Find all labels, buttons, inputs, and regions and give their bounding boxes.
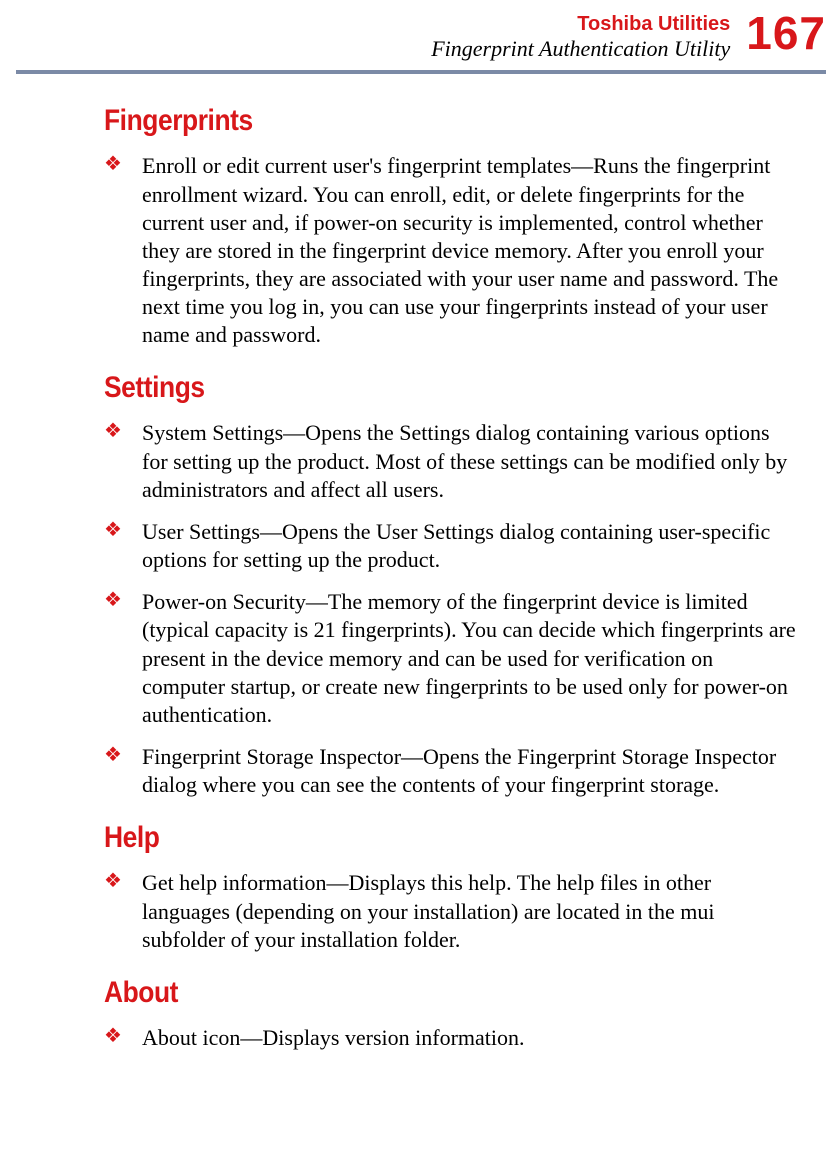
list-item-text: About icon—Displays version information. <box>142 1024 525 1052</box>
help-list: ❖ Get help information—Displays this hel… <box>104 869 798 953</box>
page-number: 167 <box>746 10 826 56</box>
about-list: ❖ About icon—Displays version informatio… <box>104 1024 798 1052</box>
list-item-text: System Settings—Opens the Settings dialo… <box>142 419 798 503</box>
diamond-bullet-icon: ❖ <box>104 743 124 767</box>
list-item: ❖ Enroll or edit current user's fingerpr… <box>104 152 798 349</box>
diamond-bullet-icon: ❖ <box>104 869 124 893</box>
section-heading-settings: Settings <box>104 371 715 405</box>
list-item-text: Power-on Security—The memory of the fing… <box>142 588 798 729</box>
diamond-bullet-icon: ❖ <box>104 419 124 443</box>
diamond-bullet-icon: ❖ <box>104 588 124 612</box>
diamond-bullet-icon: ❖ <box>104 1024 124 1048</box>
diamond-bullet-icon: ❖ <box>104 152 124 176</box>
diamond-bullet-icon: ❖ <box>104 518 124 542</box>
list-item-text: Fingerprint Storage Inspector—Opens the … <box>142 743 798 799</box>
header-chapter-title: Toshiba Utilities <box>431 12 730 36</box>
list-item-text: Get help information—Displays this help.… <box>142 869 798 953</box>
section-heading-help: Help <box>104 821 715 855</box>
list-item: ❖ Power-on Security—The memory of the fi… <box>104 588 798 729</box>
list-item-text: User Settings—Opens the User Settings di… <box>142 518 798 574</box>
section-heading-about: About <box>104 976 715 1010</box>
list-item: ❖ Get help information—Displays this hel… <box>104 869 798 953</box>
list-item: ❖ About icon—Displays version informatio… <box>104 1024 798 1052</box>
header-subtitle: Fingerprint Authentication Utility <box>431 36 730 62</box>
page-content: Fingerprints ❖ Enroll or edit current us… <box>0 74 838 1052</box>
section-heading-fingerprints: Fingerprints <box>104 104 715 138</box>
header-text-block: Toshiba Utilities Fingerprint Authentica… <box>431 10 730 62</box>
settings-list: ❖ System Settings—Opens the Settings dia… <box>104 419 798 799</box>
page-header: Toshiba Utilities Fingerprint Authentica… <box>0 10 838 62</box>
list-item: ❖ User Settings—Opens the User Settings … <box>104 518 798 574</box>
fingerprints-list: ❖ Enroll or edit current user's fingerpr… <box>104 152 798 349</box>
list-item-text: Enroll or edit current user's fingerprin… <box>142 152 798 349</box>
list-item: ❖ Fingerprint Storage Inspector—Opens th… <box>104 743 798 799</box>
list-item: ❖ System Settings—Opens the Settings dia… <box>104 419 798 503</box>
